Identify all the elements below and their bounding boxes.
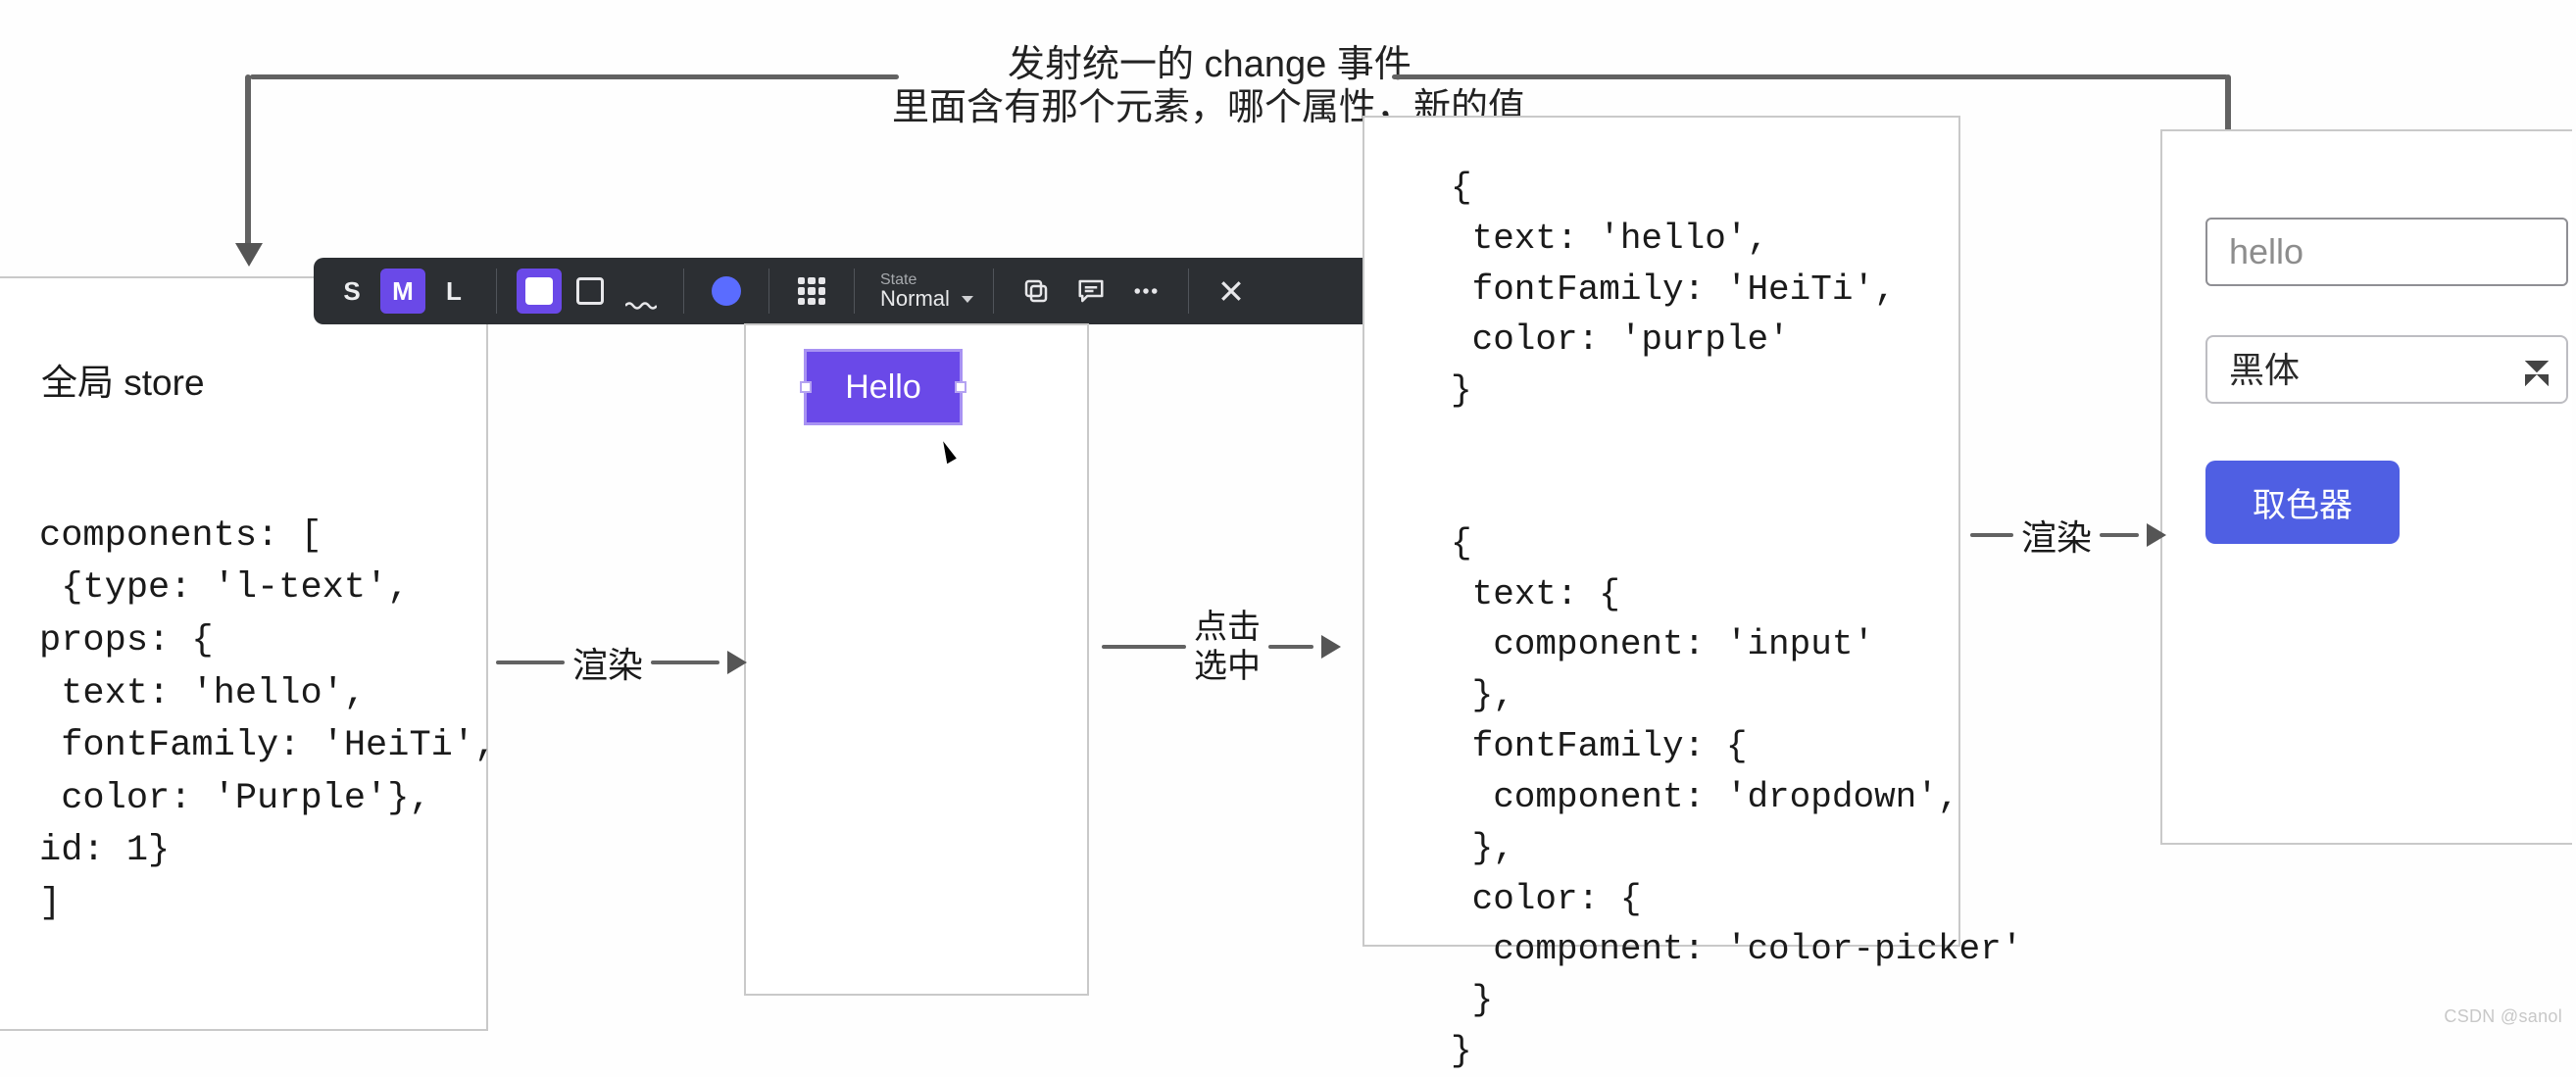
- arrow-right-icon: [2147, 523, 2166, 547]
- flow-render2-arrow: 渲染: [1970, 510, 2166, 561]
- flow-label: 选中: [1194, 647, 1261, 686]
- arrow-right-icon: [727, 651, 747, 674]
- flow-click-select-arrow: 点击 选中: [1102, 608, 1341, 686]
- store-code: components: [ {type: 'l-text', props: { …: [39, 458, 496, 931]
- wave-line-icon: [625, 287, 657, 295]
- pipe-segment: [245, 74, 251, 255]
- toolbar-divider: [993, 269, 994, 314]
- hello-component[interactable]: Hello: [804, 349, 963, 425]
- text-input[interactable]: [2205, 218, 2568, 286]
- chevron-down-icon: [962, 296, 973, 303]
- resize-handle-right[interactable]: [955, 381, 966, 393]
- arrow-right-icon: [1321, 635, 1341, 659]
- size-m-button[interactable]: M: [380, 269, 425, 314]
- store-title: 全局 store: [41, 353, 205, 406]
- dots-icon: [1131, 276, 1161, 306]
- state-value: Normal: [880, 288, 950, 310]
- fill-outline-button[interactable]: [568, 269, 613, 314]
- square-filled-icon: [525, 277, 553, 305]
- fill-solid-button[interactable]: [517, 269, 562, 314]
- toolbar-divider: [496, 269, 497, 314]
- toolbar-divider: [768, 269, 769, 314]
- square-outline-icon: [576, 277, 604, 305]
- stroke-style-button[interactable]: [619, 269, 664, 314]
- diagram-canvas: 发射统一的 change 事件 里面含有那个元素，哪个属性，新的值 全局 sto…: [0, 0, 2576, 1031]
- pipe-segment: [1392, 74, 2228, 79]
- grid-icon: [798, 277, 825, 305]
- more-button[interactable]: [1123, 269, 1168, 314]
- toolbar-divider: [1188, 269, 1189, 314]
- flow-render-arrow: 渲染: [496, 637, 747, 688]
- duplicate-button[interactable]: [1014, 269, 1059, 314]
- font-family-select[interactable]: 黑体: [2205, 335, 2568, 404]
- flow-label: 渲染: [572, 637, 643, 688]
- watermark: CSDN @sanol: [2444, 1006, 2562, 1027]
- comment-button[interactable]: [1068, 269, 1114, 314]
- pipe-segment: [250, 74, 899, 79]
- chat-icon: [1076, 276, 1106, 306]
- mapping-json-code: { text: 'hello', fontFamily: 'HeiTi', co…: [1451, 163, 2022, 1077]
- hello-component-text: Hello: [845, 368, 920, 407]
- circle-icon: [712, 276, 741, 306]
- color-picker-button[interactable]: 取色器: [2205, 461, 2400, 544]
- toolbar-divider: [683, 269, 684, 314]
- flow-label: 点击: [1194, 608, 1261, 647]
- close-icon: [1216, 276, 1246, 306]
- size-l-button[interactable]: L: [431, 269, 476, 314]
- resize-handle-left[interactable]: [800, 381, 812, 393]
- flow-label: 渲染: [2021, 510, 2092, 561]
- arrowhead-down-icon: [235, 243, 263, 267]
- copy-icon: [1021, 276, 1051, 306]
- toolbar-divider: [854, 269, 855, 314]
- floating-toolbar: S M L State Normal: [314, 258, 1453, 324]
- size-segment: S M L: [329, 258, 476, 324]
- grid-button[interactable]: [789, 269, 834, 314]
- size-s-button[interactable]: S: [329, 269, 374, 314]
- shape-button[interactable]: [704, 269, 749, 314]
- fill-segment: [517, 258, 664, 324]
- state-dropdown[interactable]: State Normal: [874, 258, 973, 324]
- close-toolbar-button[interactable]: [1209, 269, 1254, 314]
